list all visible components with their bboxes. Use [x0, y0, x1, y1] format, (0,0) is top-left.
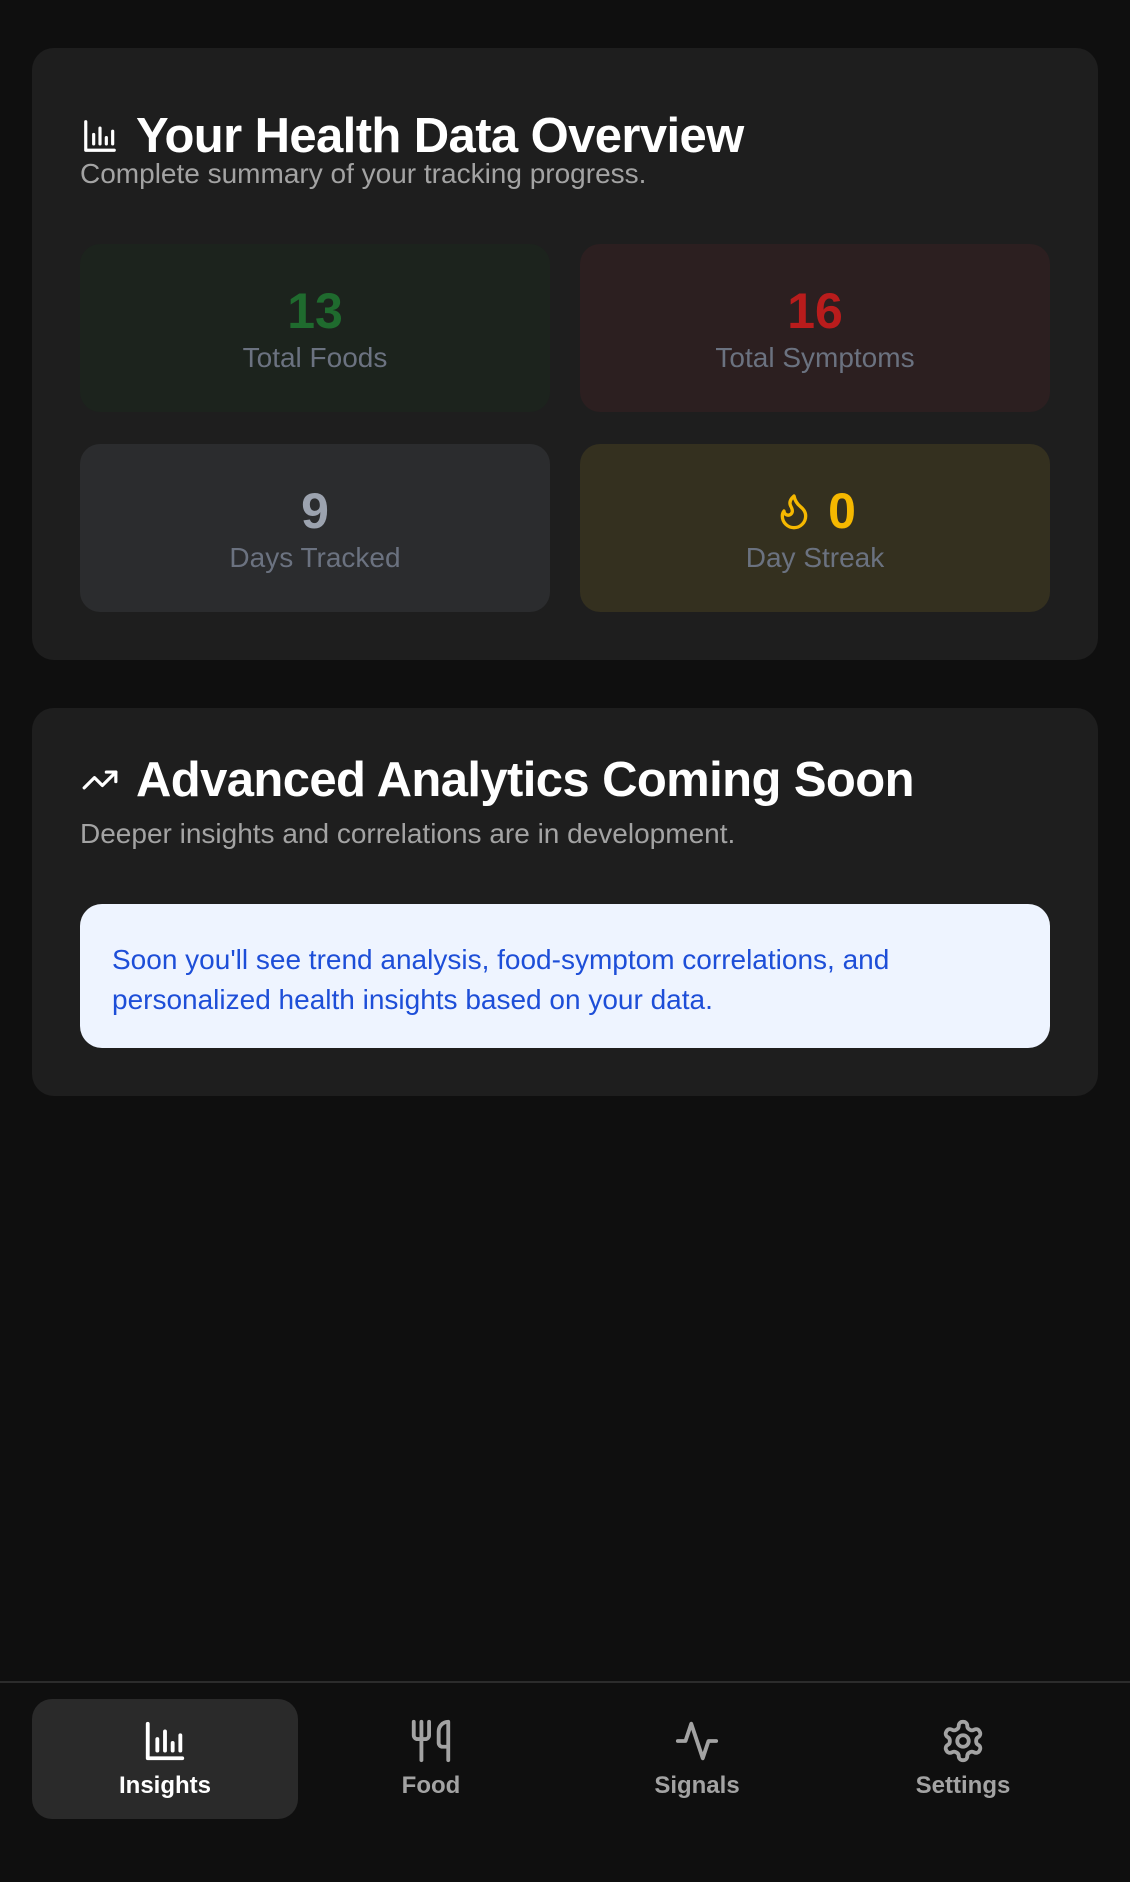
flame-icon [780, 494, 808, 530]
days-tracked-stat: 9 Days Tracked [80, 444, 550, 612]
advanced-analytics-card: Advanced Analytics Coming Soon Deeper in… [32, 708, 1098, 1096]
overview-subtitle: Complete summary of your tracking progre… [80, 158, 647, 189]
day-streak-stat: 0 Day Streak [580, 444, 1050, 612]
trending-up-icon [80, 760, 120, 800]
activity-icon [675, 1721, 719, 1761]
nav-item-insights[interactable]: Insights [32, 1699, 298, 1819]
total-symptoms-label: Total Symptoms [715, 342, 915, 373]
analytics-subtitle: Deeper insights and correlations are in … [80, 818, 736, 849]
days-tracked-label: Days Tracked [229, 542, 401, 573]
overview-title-row: Your Health Data Overview [80, 108, 744, 164]
total-foods-stat: 13 Total Foods [80, 244, 550, 412]
analytics-title: Advanced Analytics Coming Soon [136, 753, 915, 807]
bar-chart-icon [80, 116, 120, 156]
day-streak-value: 0 [828, 483, 856, 539]
nav-label-insights: Insights [118, 1772, 211, 1799]
total-symptoms-stat: 16 Total Symptoms [580, 244, 1050, 412]
gear-icon [943, 1719, 983, 1763]
analytics-title-row: Advanced Analytics Coming Soon [80, 752, 915, 808]
nav-item-signals[interactable]: Signals [564, 1699, 830, 1819]
coming-soon-notice: Soon you'll see trend analysis, food-sym… [80, 904, 1050, 1048]
bottom-navigation: Insights Food Signals Settings [0, 1681, 1130, 1882]
nav-item-settings[interactable]: Settings [830, 1699, 1096, 1819]
day-streak-label: Day Streak [745, 542, 885, 573]
insights-screen: Your Health Data Overview Complete summa… [0, 0, 1130, 1882]
coming-soon-notice-text: Soon you'll see trend analysis, food-sym… [112, 944, 890, 1015]
total-foods-value: 13 [287, 283, 343, 339]
utensils-icon [411, 1719, 451, 1763]
total-symptoms-value: 16 [787, 283, 843, 339]
nav-label-food: Food [401, 1772, 461, 1799]
nav-item-food[interactable]: Food [298, 1699, 564, 1819]
total-foods-label: Total Foods [242, 342, 388, 373]
bar-chart-icon [145, 1721, 185, 1761]
nav-label-signals: Signals [654, 1772, 740, 1799]
overview-title: Your Health Data Overview [136, 109, 744, 163]
days-tracked-value: 9 [301, 483, 329, 539]
health-overview-card: Your Health Data Overview Complete summa… [32, 48, 1098, 660]
nav-label-settings: Settings [915, 1772, 1011, 1799]
